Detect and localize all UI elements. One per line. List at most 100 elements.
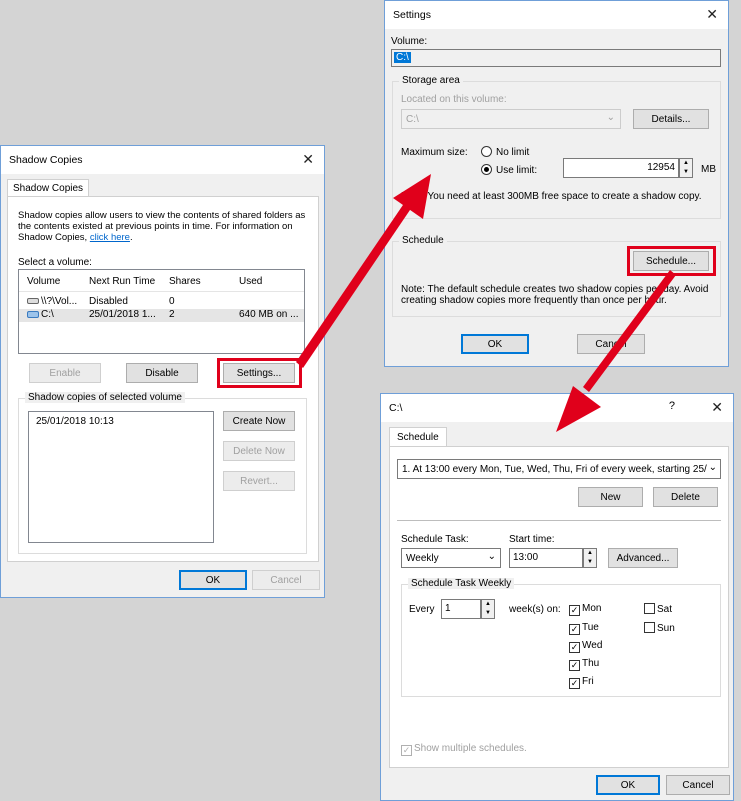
day-checkbox-sat[interactable]: Sat: [644, 603, 672, 615]
schedule-group-label: Schedule: [399, 235, 447, 246]
limit-input[interactable]: 12954: [563, 158, 679, 178]
cancel-button[interactable]: Cancel: [252, 570, 320, 590]
limit-spinner[interactable]: ▲ ▼: [679, 158, 693, 178]
cancel-button[interactable]: Cancel: [577, 334, 645, 354]
ok-button[interactable]: OK: [461, 334, 529, 354]
table-row[interactable]: C:\ 25/01/2018 1... 2 640 MB on ...: [19, 309, 304, 322]
volume-field: C:\: [391, 49, 721, 67]
close-icon[interactable]: ✕: [302, 151, 314, 168]
checkbox-checked-icon: ✓: [569, 642, 580, 653]
delete-now-button[interactable]: Delete Now: [223, 441, 295, 461]
revert-button[interactable]: Revert...: [223, 471, 295, 491]
day-checkbox-tue[interactable]: ✓ Tue: [569, 622, 599, 635]
create-now-button[interactable]: Create Now: [223, 411, 295, 431]
column-header-shares[interactable]: Shares: [169, 276, 201, 287]
new-button[interactable]: New: [578, 487, 643, 507]
disable-button[interactable]: Disable: [126, 363, 198, 383]
header-divider: [19, 291, 304, 292]
title-bar: Shadow Copies ✕: [1, 146, 324, 174]
ok-button[interactable]: OK: [596, 775, 660, 795]
every-input[interactable]: 1: [441, 599, 481, 619]
tab-schedule[interactable]: Schedule: [389, 427, 447, 447]
drive-icon: [27, 311, 39, 318]
max-size-label: Maximum size:: [401, 147, 468, 158]
table-row[interactable]: \\?\Vol... Disabled 0: [19, 296, 304, 309]
help-icon[interactable]: ?: [669, 400, 675, 412]
ok-button[interactable]: OK: [179, 570, 247, 590]
divider: [397, 520, 721, 521]
settings-highlight: [217, 358, 302, 388]
radio-selected-icon: [481, 164, 492, 175]
day-checkbox-thu[interactable]: ✓ Thu: [569, 658, 599, 671]
checkbox-checked-icon: ✓: [569, 660, 580, 671]
checkbox-checked-icon: ✓: [569, 678, 580, 689]
close-icon[interactable]: ✕: [711, 399, 723, 416]
start-time-spinner[interactable]: ▲ ▼: [583, 548, 597, 568]
list-item[interactable]: 25/01/2018 10:13: [36, 416, 114, 427]
day-checkbox-mon[interactable]: ✓ Mon: [569, 603, 601, 616]
start-time-input[interactable]: 13:00: [509, 548, 583, 568]
located-select: C:\ ⌄: [401, 109, 621, 129]
every-spinner[interactable]: ▲ ▼: [481, 599, 495, 619]
day-checkbox-sun[interactable]: Sun: [644, 622, 675, 634]
chevron-down-icon: ⌄: [606, 112, 615, 123]
title-bar: Settings ✕: [385, 1, 728, 29]
tab-shadow-copies[interactable]: Shadow Copies: [7, 179, 90, 197]
window-title: Shadow Copies: [9, 154, 83, 166]
note-free-space: Note: You need at least 300MB free space…: [401, 191, 702, 202]
drive-icon: [27, 298, 39, 304]
schedule-highlight: [627, 246, 716, 276]
use-limit-radio[interactable]: Use limit:: [481, 164, 537, 176]
cell-next-run: Disabled: [89, 296, 128, 307]
chevron-down-icon: ⌄: [487, 551, 496, 562]
mb-label: MB: [701, 164, 716, 175]
weekly-group-label: Schedule Task Weekly: [408, 578, 515, 589]
select-volume-label: Select a volume:: [18, 257, 92, 268]
advanced-button[interactable]: Advanced...: [608, 548, 678, 568]
day-checkbox-wed[interactable]: ✓ Wed: [569, 640, 602, 653]
window-title: C:\: [389, 402, 403, 414]
checkbox-empty-icon: [644, 603, 655, 614]
weeks-on-label: week(s) on:: [509, 604, 561, 615]
no-limit-radio[interactable]: No limit: [481, 146, 529, 158]
column-header-next-run[interactable]: Next Run Time: [89, 276, 155, 287]
help-link[interactable]: click here: [90, 232, 130, 243]
start-time-label: Start time:: [509, 534, 555, 545]
details-button[interactable]: Details...: [633, 109, 709, 129]
day-checkbox-fri[interactable]: ✓ Fri: [569, 676, 594, 689]
cancel-button[interactable]: Cancel: [666, 775, 730, 795]
cell-next-run: 25/01/2018 1...: [89, 309, 156, 320]
every-label: Every: [409, 604, 435, 615]
schedule-list-select[interactable]: 1. At 13:00 every Mon, Tue, Wed, Thu, Fr…: [397, 459, 721, 479]
copies-list[interactable]: 25/01/2018 10:13: [28, 411, 214, 543]
checkbox-checked-icon: ✓: [569, 624, 580, 635]
located-label: Located on this volume:: [401, 94, 507, 105]
title-bar: C:\ ? ✕: [381, 394, 733, 422]
schedule-window: C:\ ? ✕ Schedule 1. At 13:00 every Mon, …: [380, 393, 734, 801]
schedule-task-select[interactable]: Weekly ⌄: [401, 548, 501, 568]
note-schedule: Note: The default schedule creates two s…: [401, 284, 709, 306]
checkbox-disabled-icon: ✓: [401, 745, 412, 756]
checkbox-empty-icon: [644, 622, 655, 633]
cell-shares: 2: [169, 309, 175, 320]
radio-icon: [481, 146, 492, 157]
cell-used: 640 MB on ...: [239, 309, 299, 320]
close-icon[interactable]: ✕: [706, 6, 718, 23]
cell-volume: \\?\Vol...: [41, 296, 78, 307]
window-title: Settings: [393, 9, 431, 21]
schedule-task-label: Schedule Task:: [401, 534, 469, 545]
volume-list[interactable]: Volume Next Run Time Shares Used \\?\Vol…: [18, 269, 305, 354]
volume-value: C:\: [394, 52, 411, 63]
delete-button[interactable]: Delete: [653, 487, 718, 507]
description-text: Shadow copies allow users to view the co…: [18, 210, 306, 243]
show-multiple-checkbox[interactable]: ✓ Show multiple schedules.: [401, 743, 527, 756]
cell-volume: C:\: [41, 309, 54, 320]
shadow-copies-window: Shadow Copies ✕ Shadow Copies Shadow cop…: [0, 145, 325, 598]
volume-label: Volume:: [391, 36, 428, 47]
cell-shares: 0: [169, 296, 175, 307]
storage-area-label: Storage area: [399, 75, 463, 86]
column-header-volume[interactable]: Volume: [27, 276, 60, 287]
copies-group-label: Shadow copies of selected volume: [25, 392, 185, 403]
column-header-used[interactable]: Used: [239, 276, 262, 287]
enable-button[interactable]: Enable: [29, 363, 101, 383]
